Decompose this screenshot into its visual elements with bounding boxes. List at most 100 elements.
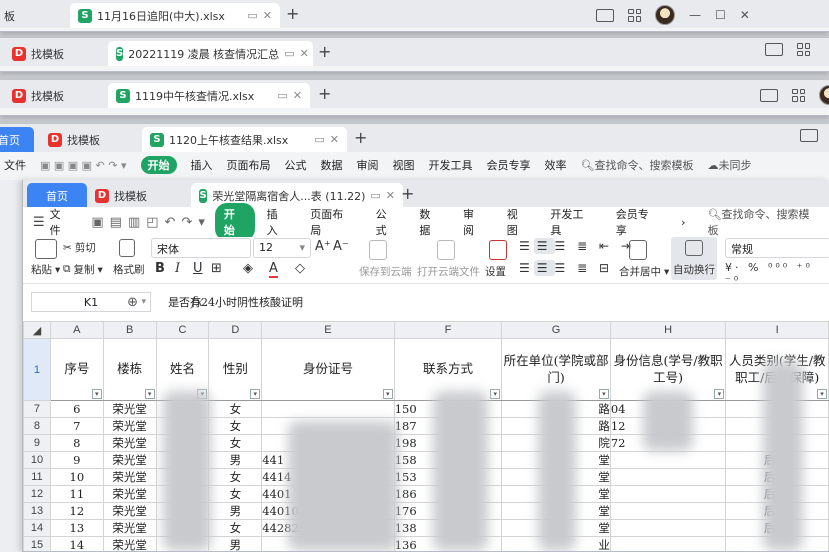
print-icon[interactable]: ▥ xyxy=(128,215,140,230)
row-header[interactable]: 1 xyxy=(23,338,51,401)
align-top-icons[interactable]: ☰ ☰ ☰ ≣ ⇤ ⇥ xyxy=(519,238,635,254)
row-header[interactable]: 14 xyxy=(23,519,51,537)
tab-home[interactable]: 首页 xyxy=(0,127,34,152)
filter-dropdown-icon[interactable]: ▾ xyxy=(250,389,261,399)
menu-start[interactable]: 开始 xyxy=(214,203,255,241)
font-shrink-icon[interactable]: A⁻ xyxy=(333,239,349,254)
column-header[interactable]: H xyxy=(609,321,727,339)
table-cell[interactable]: 女 xyxy=(208,485,263,503)
header-cell[interactable]: 序号 ▾ xyxy=(49,338,104,401)
maximize-icon[interactable]: ☐ xyxy=(715,8,726,22)
table-cell[interactable]: 荣光堂 xyxy=(102,434,157,452)
table-cell[interactable]: 女 xyxy=(208,468,263,486)
menu-more-button[interactable]: › xyxy=(671,213,695,232)
align-horizontal-icons[interactable]: ☰ ☰ ☰ ≣ ⊟ xyxy=(519,260,613,276)
formula-input[interactable]: 是否有24小时阴性核酸证明 xyxy=(168,294,303,310)
table-cell[interactable]: 12 xyxy=(49,502,104,520)
tab-document[interactable]: S 1119中午核查情况.xlsx ▭ ✕ xyxy=(108,83,310,108)
tab-document[interactable]: S 11月16日追阳(中大).xlsx ▭ ✕ xyxy=(70,3,280,28)
layout-icon[interactable] xyxy=(765,43,783,56)
filter-dropdown-icon[interactable]: ▾ xyxy=(144,389,155,399)
format-painter-button[interactable] xyxy=(119,239,135,257)
filter-dropdown-icon[interactable]: ▾ xyxy=(91,389,102,399)
header-cell[interactable]: 性别 ▾ xyxy=(208,338,263,401)
pin-icon[interactable]: ▭ xyxy=(314,133,324,146)
table-cell[interactable]: 女 xyxy=(208,400,263,418)
row-header[interactable]: 15 xyxy=(23,536,51,551)
hamburger-icon[interactable]: ☰ xyxy=(33,215,45,230)
filter-dropdown-icon[interactable]: ▾ xyxy=(714,389,725,399)
table-cell[interactable] xyxy=(609,485,727,503)
row-header[interactable]: 11 xyxy=(23,468,51,486)
close-icon[interactable]: ✕ xyxy=(263,9,272,22)
bold-icon[interactable]: B xyxy=(155,261,165,276)
font-family-select[interactable]: 宋体 xyxy=(151,238,251,258)
table-cell[interactable] xyxy=(261,400,395,418)
select-all-corner[interactable]: ◢ xyxy=(23,321,51,339)
minimize-icon[interactable]: — xyxy=(689,8,701,22)
column-header[interactable]: I xyxy=(725,321,829,339)
copy-button[interactable]: ⧉ 复制 ▾ xyxy=(63,262,103,277)
fill-color-icon[interactable]: ◈ xyxy=(243,261,253,276)
new-tab-icon[interactable]: + xyxy=(401,184,414,203)
table-cell[interactable]: 11 xyxy=(49,485,104,503)
menu-layout[interactable]: 页面布局 xyxy=(227,157,271,173)
table-cell[interactable]: 荣光堂 xyxy=(102,451,157,469)
new-tab-icon[interactable]: + xyxy=(354,128,367,147)
font-grow-icon[interactable]: A⁺ xyxy=(315,239,331,254)
new-tab-icon[interactable]: + xyxy=(318,84,331,103)
open-cloud-button[interactable]: 打开云端文件 xyxy=(417,264,480,279)
column-header[interactable]: F xyxy=(393,321,503,339)
close-icon[interactable]: ✕ xyxy=(293,89,302,102)
menu-vip[interactable]: 会员专享 xyxy=(487,157,531,173)
more-icon[interactable]: ▾ xyxy=(198,215,205,230)
menu-view[interactable]: 视图 xyxy=(497,203,539,241)
table-cell[interactable]: 男 xyxy=(208,502,263,520)
close-icon[interactable]: ✕ xyxy=(330,133,339,146)
font-size-select[interactable]: 12 ▾ xyxy=(253,238,311,258)
column-header[interactable]: E xyxy=(261,321,395,339)
font-color-icon[interactable]: A xyxy=(269,261,278,278)
column-header[interactable]: A xyxy=(49,321,104,339)
table-cell[interactable]: 14 xyxy=(49,536,104,551)
row-header[interactable]: 10 xyxy=(23,451,51,469)
table-cell[interactable]: 荣光堂 xyxy=(102,485,157,503)
close-window-icon[interactable]: ✕ xyxy=(740,8,750,22)
menu-dev[interactable]: 开发工具 xyxy=(540,203,603,241)
zoom-icon[interactable]: ⊕ xyxy=(127,295,138,310)
save-cloud-button[interactable]: 保存到云端 xyxy=(359,264,412,279)
menu-view[interactable]: 视图 xyxy=(393,157,415,173)
filter-dropdown-icon[interactable]: ▾ xyxy=(490,389,501,399)
table-cell[interactable] xyxy=(609,536,727,551)
save-icon[interactable]: ▣ xyxy=(91,215,103,230)
new-tab-icon[interactable]: + xyxy=(318,42,331,61)
pin-icon[interactable]: ▭ xyxy=(277,89,287,102)
column-header[interactable]: D xyxy=(208,321,263,339)
header-cell[interactable]: 楼栋 ▾ xyxy=(102,338,157,401)
close-icon[interactable]: ✕ xyxy=(300,47,309,60)
column-header[interactable]: B xyxy=(102,321,157,339)
cut-button[interactable]: ✂ 剪切 xyxy=(63,240,96,255)
column-header[interactable]: G xyxy=(501,321,611,339)
table-cell[interactable]: 男 xyxy=(208,451,263,469)
table-cell[interactable]: 13 xyxy=(49,519,104,537)
row-header[interactable]: 13 xyxy=(23,502,51,520)
row-header[interactable]: 8 xyxy=(23,417,51,435)
italic-icon[interactable]: I xyxy=(175,261,180,276)
table-cell[interactable]: 荣光堂 xyxy=(102,519,157,537)
layout-icon[interactable] xyxy=(800,129,818,142)
table-cell[interactable] xyxy=(609,468,727,486)
sync-status[interactable]: ☁未同步 xyxy=(707,157,751,173)
avatar[interactable] xyxy=(819,85,829,105)
layout-icon[interactable] xyxy=(760,88,778,102)
clear-format-icon[interactable]: ◇ xyxy=(295,261,305,276)
table-cell[interactable]: 6 xyxy=(49,400,104,418)
paste-button[interactable] xyxy=(35,239,57,259)
table-cell[interactable]: 女 xyxy=(208,519,263,537)
apps-grid-icon[interactable] xyxy=(628,8,641,22)
menu-review[interactable]: 审阅 xyxy=(357,157,379,173)
filter-dropdown-icon[interactable]: ▾ xyxy=(817,389,827,399)
menu-dev[interactable]: 开发工具 xyxy=(429,157,473,173)
merge-button[interactable]: 合并居中 ▾ xyxy=(619,264,669,279)
filter-dropdown-icon[interactable]: ▾ xyxy=(598,389,609,399)
